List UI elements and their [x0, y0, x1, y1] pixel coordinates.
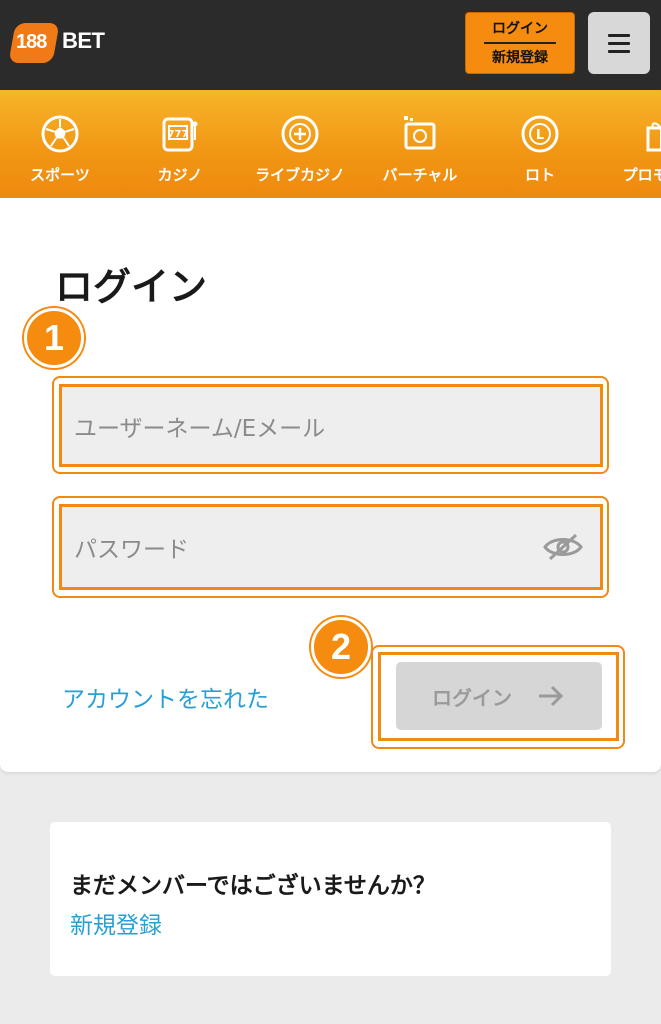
- slot-machine-icon: 777: [162, 117, 198, 152]
- nav-label-promotions: プロモーシ: [622, 166, 661, 184]
- nav-item-lotto[interactable]: L ロト: [480, 90, 600, 198]
- signup-link[interactable]: 新規登録: [70, 906, 162, 940]
- logo-badge: 188: [8, 17, 60, 65]
- lotto-ball-icon: L: [521, 115, 559, 153]
- eye-hidden-icon[interactable]: [542, 532, 584, 562]
- logo[interactable]: 188 BET: [8, 12, 105, 70]
- login-submit-button[interactable]: ログイン: [396, 662, 602, 730]
- casino-chip-icon: [281, 115, 319, 153]
- signup-question: まだメンバーではございませんか？: [70, 873, 436, 899]
- forgot-account-link[interactable]: アカウントを忘れた: [62, 680, 269, 714]
- nav-label-virtual: バーチャル: [382, 166, 458, 184]
- signup-box: まだメンバーではございませんか？ 新規登録: [50, 822, 611, 976]
- top-header: 188 BET ログイン 新規登録: [0, 0, 661, 90]
- nav-label-sports: スポーツ: [30, 166, 90, 184]
- hamburger-menu-button[interactable]: [588, 12, 650, 74]
- virtual-screen-icon: [404, 116, 436, 150]
- nav-item-casino[interactable]: 777 カジノ: [120, 90, 240, 198]
- nav-item-promotions[interactable]: プロモーシ: [600, 90, 661, 198]
- header-register-label[interactable]: 新規登録: [492, 51, 548, 65]
- password-placeholder: パスワード: [74, 537, 189, 563]
- logo-text: BET: [62, 28, 105, 53]
- login-register-button[interactable]: ログイン 新規登録: [465, 12, 575, 74]
- nav-item-sports[interactable]: スポーツ: [0, 90, 120, 198]
- login-submit-label: ログイン: [432, 685, 512, 710]
- gift-icon: [646, 122, 661, 152]
- username-input[interactable]: ユーザーネーム/Eメール: [62, 387, 600, 464]
- header-login-label[interactable]: ログイン: [484, 22, 556, 44]
- arrow-right-icon: [539, 685, 564, 707]
- logo-number: 188: [16, 31, 47, 53]
- nav-label-casino: カジノ: [157, 166, 203, 184]
- step-badge-2: 2: [311, 617, 371, 677]
- nav-item-virtual[interactable]: バーチャル: [360, 90, 480, 198]
- nav-label-live-casino: ライブカジノ: [255, 166, 345, 184]
- username-placeholder: ユーザーネーム/Eメール: [74, 415, 326, 442]
- hamburger-icon: [608, 33, 630, 37]
- svg-text:L: L: [536, 128, 544, 143]
- svg-text:777: 777: [168, 129, 189, 140]
- password-input[interactable]: パスワード: [62, 507, 600, 587]
- page-title: ログイン: [55, 265, 208, 309]
- category-nav: スポーツ 777 カジノ ライブカジノ バーチャル L ロト プロモ: [0, 90, 661, 198]
- soccer-ball-icon: [41, 115, 79, 153]
- nav-label-lotto: ロト: [524, 166, 555, 184]
- step-badge-1: 1: [24, 308, 84, 368]
- nav-item-live-casino[interactable]: ライブカジノ: [240, 90, 360, 198]
